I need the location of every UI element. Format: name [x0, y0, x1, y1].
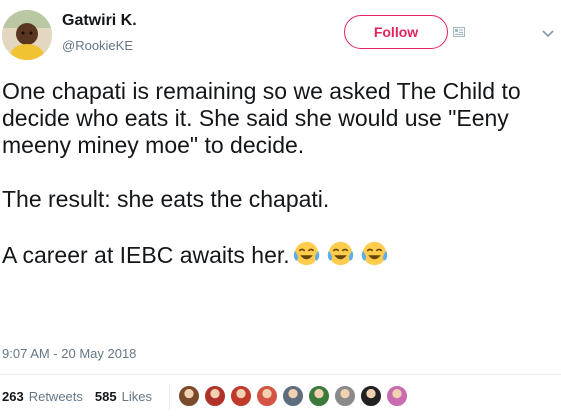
likes-stat[interactable]: 585 Likes — [95, 389, 152, 404]
add-user-icon[interactable] — [453, 27, 465, 37]
stats-separator — [169, 384, 170, 410]
liker-avatar[interactable] — [204, 385, 226, 407]
tweet-paragraph: A career at IEBC awaits her. — [2, 240, 542, 269]
liker-avatar[interactable] — [282, 385, 304, 407]
tears-of-joy-emoji-icon — [361, 241, 387, 266]
tweet-header: Gatwiri K. @RookieKE Follow — [0, 0, 561, 66]
retweets-count: 263 — [2, 389, 24, 404]
user-handle[interactable]: @RookieKE — [62, 38, 133, 53]
emoji-row — [292, 240, 394, 267]
tears-of-joy-emoji-icon — [327, 241, 353, 266]
user-avatar[interactable] — [2, 10, 52, 60]
follow-button[interactable]: Follow — [344, 15, 448, 49]
likes-label: Likes — [121, 389, 152, 404]
liker-avatar[interactable] — [334, 385, 356, 407]
tweet-paragraph: The result: she eats the chapati. — [2, 186, 330, 212]
liker-avatar[interactable] — [360, 385, 382, 407]
tweet-text: One chapati is remaining so we asked The… — [2, 78, 542, 269]
liker-avatar[interactable] — [386, 385, 408, 407]
liker-avatar[interactable] — [308, 385, 330, 407]
likes-count: 585 — [94, 389, 117, 404]
tweet-timestamp[interactable]: 9:07 AM - 20 May 2018 — [2, 346, 136, 361]
retweets-stat[interactable]: 263 Retweets — [2, 389, 83, 404]
liker-avatar[interactable] — [256, 385, 278, 407]
tears-of-joy-emoji-icon — [293, 241, 319, 266]
retweets-label: Retweets — [28, 389, 83, 404]
avatar-image — [2, 10, 52, 60]
divider — [0, 374, 561, 375]
liker-avatar[interactable] — [230, 385, 252, 407]
tweet-last-line: A career at IEBC awaits her. — [2, 242, 290, 268]
liker-avatar[interactable] — [178, 385, 200, 407]
chevron-down-icon[interactable] — [542, 30, 554, 38]
display-name[interactable]: Gatwiri K. — [62, 12, 137, 30]
liker-avatars — [178, 385, 412, 407]
tweet-paragraph: One chapati is remaining so we asked The… — [2, 78, 521, 158]
tweet-stats: 263 Retweets 585 Likes — [2, 389, 164, 404]
follow-button-label: Follow — [373, 24, 419, 40]
